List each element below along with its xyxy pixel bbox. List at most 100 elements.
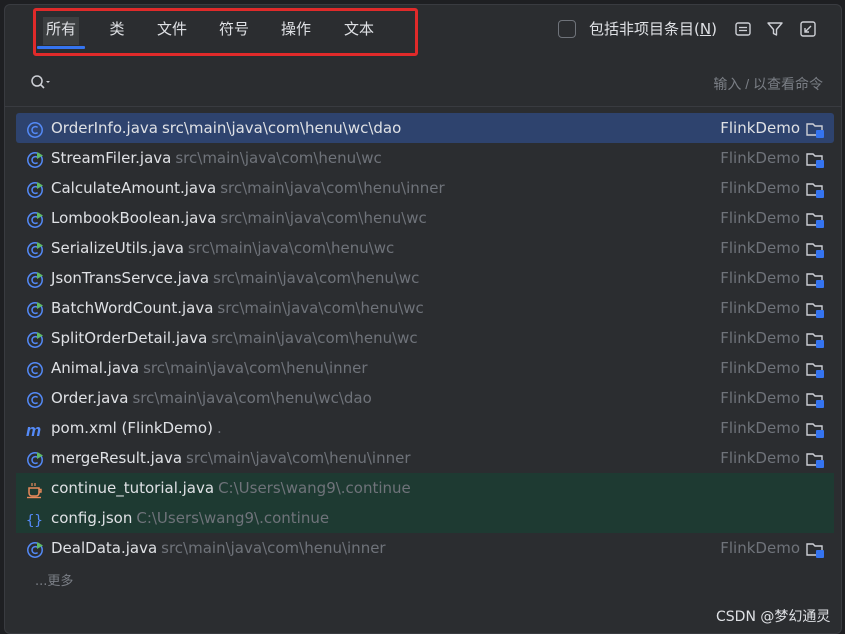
result-name: mergeResult.java src\main\java\com\henu\i… — [51, 443, 410, 473]
include-non-project-mnemonic: N — [699, 20, 712, 38]
search-everywhere-popup: 所有 类 文件 符号 操作 文本 包括非项目条目(N) OrderInfo.ja… — [4, 4, 842, 634]
runnable-class-icon — [26, 449, 44, 468]
tab-text[interactable]: 文本 — [342, 17, 376, 45]
result-project: FlinkDemo — [720, 539, 800, 557]
result-file-name: StreamFiler.java — [51, 149, 172, 167]
runnable-class-icon — [26, 239, 44, 258]
result-name: Order.java src\main\java\com\henu\wc\dao — [51, 383, 372, 413]
result-file-name: continue_tutorial.java — [51, 479, 215, 497]
result-name: SplitOrderDetail.java src\main\java\com\h… — [51, 323, 418, 353]
result-name: LombookBoolean.java src\main\java\com\hen… — [51, 203, 427, 233]
result-row[interactable]: StreamFiler.java src\main\java\com\henu\w… — [16, 143, 834, 173]
result-project: FlinkDemo — [720, 239, 800, 257]
project-module-icon — [805, 329, 825, 348]
svg-text:{}: {} — [26, 513, 43, 529]
runnable-class-icon — [26, 269, 44, 288]
result-row[interactable]: SerializeUtils.java src\main\java\com\hen… — [16, 233, 834, 263]
result-name: StreamFiler.java src\main\java\com\henu\w… — [51, 143, 382, 173]
result-file-name: config.json — [51, 509, 133, 527]
result-project: FlinkDemo — [720, 359, 800, 377]
runnable-class-icon — [26, 539, 44, 558]
result-project: FlinkDemo — [720, 419, 800, 437]
result-row[interactable]: LombookBoolean.java src\main\java\com\hen… — [16, 203, 834, 233]
result-file-name: Animal.java — [51, 359, 140, 377]
result-file-name: Order.java — [51, 389, 129, 407]
result-path: src\main\java\com\henu\inner — [161, 539, 386, 557]
runnable-class-icon — [26, 209, 44, 228]
search-input[interactable] — [61, 72, 825, 96]
runnable-class-icon — [26, 299, 44, 318]
more-link[interactable]: ...更多 — [35, 570, 73, 589]
result-row[interactable]: CalculateAmount.java src\main\java\com\he… — [16, 173, 834, 203]
result-path: src\main\java\com\henu\inner — [220, 179, 445, 197]
result-row[interactable]: DealData.java src\main\java\com\henu\inne… — [16, 533, 834, 563]
tab-symbols[interactable]: 符号 — [217, 17, 251, 45]
runnable-class-icon — [26, 149, 44, 168]
result-path: src\main\java\com\henu\inner — [143, 359, 368, 377]
result-path: src\main\java\com\henu\wc — [211, 329, 418, 347]
result-row[interactable]: mergeResult.java src\main\java\com\henu\i… — [16, 443, 834, 473]
tab-classes[interactable]: 类 — [107, 17, 127, 45]
result-name: config.json C:\Users\wang9\.continue — [51, 503, 329, 533]
result-path: src\main\java\com\henu\wc — [217, 299, 424, 317]
result-file-name: mergeResult.java — [51, 449, 183, 467]
result-path: src\main\java\com\henu\wc\dao — [132, 389, 372, 407]
project-module-icon — [805, 299, 825, 318]
result-file-name: LombookBoolean.java — [51, 209, 217, 227]
project-module-icon — [805, 539, 825, 558]
result-name: SerializeUtils.java src\main\java\com\hen… — [51, 233, 394, 263]
project-module-icon — [805, 389, 825, 408]
result-project: FlinkDemo — [720, 299, 800, 317]
result-path: src\main\java\com\henu\inner — [186, 449, 411, 467]
result-row[interactable]: Animal.java src\main\java\com\henu\inner F… — [16, 353, 834, 383]
result-row[interactable]: BatchWordCount.java src\main\java\com\hen… — [16, 293, 834, 323]
project-module-icon — [805, 419, 825, 438]
result-file-name: JsonTransServce.java — [51, 269, 210, 287]
result-file-name: DealData.java — [51, 539, 158, 557]
search-icon[interactable] — [29, 73, 51, 93]
maven-icon: m — [26, 419, 44, 440]
result-name: CalculateAmount.java src\main\java\com\he… — [51, 173, 445, 203]
tab-actions[interactable]: 操作 — [279, 17, 313, 45]
watermark: CSDN @梦幻通灵 — [716, 609, 831, 625]
result-project: FlinkDemo — [720, 209, 800, 227]
java-file-icon — [26, 479, 44, 499]
result-path: src\main\java\com\henu\wc — [213, 269, 420, 287]
project-module-icon — [805, 149, 825, 168]
preview-icon[interactable] — [733, 19, 753, 39]
tab-bar: 所有 类 文件 符号 操作 文本 包括非项目条目(N) — [5, 5, 841, 56]
result-project: FlinkDemo — [720, 119, 800, 137]
result-project: FlinkDemo — [720, 179, 800, 197]
include-non-project-label[interactable]: 包括非项目条目(N) — [589, 20, 717, 38]
tab-files[interactable]: 文件 — [155, 17, 189, 45]
result-name: JsonTransServce.java src\main\java\com\he… — [51, 263, 419, 293]
result-row[interactable]: Order.java src\main\java\com\henu\wc\dao F… — [16, 383, 834, 413]
result-row[interactable]: SplitOrderDetail.java src\main\java\com\h… — [16, 323, 834, 353]
project-module-icon — [805, 119, 825, 138]
tab-all[interactable]: 所有 — [37, 17, 85, 49]
open-in-tool-window-icon[interactable] — [798, 19, 818, 39]
class-icon — [26, 119, 44, 138]
result-row[interactable]: JsonTransServce.java src\main\java\com\he… — [16, 263, 834, 293]
result-path: src\main\java\com\henu\wc — [220, 209, 427, 227]
filter-icon[interactable] — [765, 19, 785, 39]
runnable-class-icon — [26, 329, 44, 348]
project-module-icon — [805, 359, 825, 378]
result-file-name: SerializeUtils.java — [51, 239, 184, 257]
result-project: FlinkDemo — [720, 149, 800, 167]
class-icon — [26, 389, 44, 408]
result-row[interactable]: OrderInfo.java src\main\java\com\henu\wc\… — [16, 113, 834, 143]
result-name: OrderInfo.java src\main\java\com\henu\wc\… — [51, 113, 401, 143]
result-name: pom.xml (FlinkDemo). — [51, 413, 222, 443]
include-non-project-checkbox[interactable] — [558, 20, 576, 38]
result-row[interactable]: continue_tutorial.java C:\Users\wang9\.co… — [16, 473, 834, 503]
result-row[interactable]: m pom.xml (FlinkDemo). FlinkDemo — [16, 413, 834, 443]
result-project: FlinkDemo — [720, 449, 800, 467]
result-file-name: pom.xml (FlinkDemo) — [51, 419, 213, 437]
result-name: BatchWordCount.java src\main\java\com\hen… — [51, 293, 424, 323]
runnable-class-icon — [26, 179, 44, 198]
result-project: FlinkDemo — [720, 389, 800, 407]
search-row — [5, 60, 841, 107]
result-file-name: CalculateAmount.java — [51, 179, 217, 197]
result-row[interactable]: {} config.json C:\Users\wang9\.continue — [16, 503, 834, 533]
